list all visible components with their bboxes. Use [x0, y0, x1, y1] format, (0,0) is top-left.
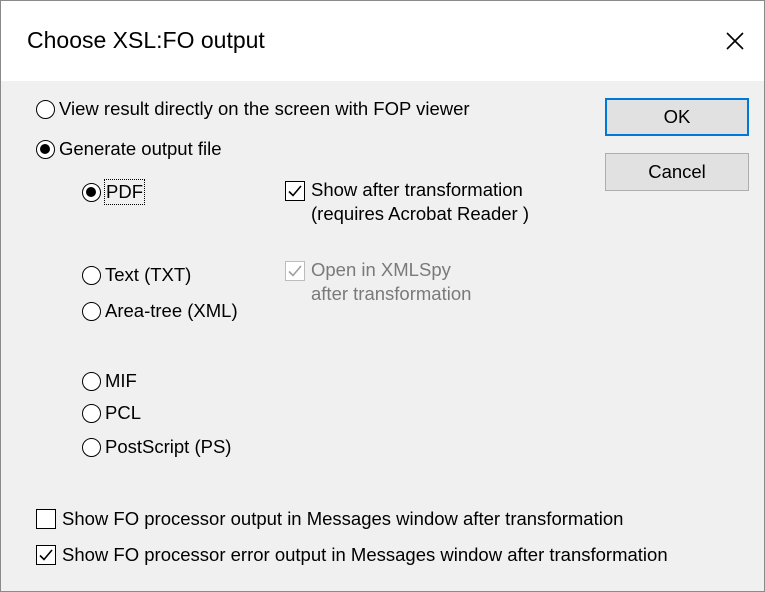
open-in-xmlspy-line2: after transformation: [311, 283, 472, 304]
dialog-title: Choose XSL:FO output: [27, 27, 265, 53]
view-on-screen-label: View result directly on the screen with …: [59, 98, 470, 119]
format-mif-label: MIF: [105, 370, 137, 391]
view-on-screen-radio[interactable]: View result directly on the screen with …: [36, 97, 470, 121]
check-icon: [288, 265, 302, 277]
open-in-xmlspy-line1: Open in XMLSpy: [311, 259, 451, 280]
format-pdf-label: PDF: [104, 179, 145, 205]
show-after-transformation-checkbox[interactable]: Show after transformation (requires Acro…: [285, 178, 529, 226]
format-pdf-radio[interactable]: PDF: [82, 179, 145, 205]
open-in-xmlspy-checkbox: Open in XMLSpy after transformation: [285, 258, 471, 306]
cancel-button[interactable]: Cancel: [605, 153, 749, 191]
checkbox-indicator: [36, 545, 56, 565]
show-processor-output-checkbox[interactable]: Show FO processor output in Messages win…: [36, 507, 623, 531]
title-bar: Choose XSL:FO output: [1, 1, 764, 81]
show-processor-errors-checkbox[interactable]: Show FO processor error output in Messag…: [36, 543, 668, 567]
open-in-xmlspy-text: Open in XMLSpy after transformation: [311, 258, 471, 306]
radio-indicator: [82, 437, 101, 457]
show-after-transformation-text: Show after transformation (requires Acro…: [311, 178, 529, 226]
show-after-transformation-line1: Show after transformation: [311, 179, 523, 200]
ok-button[interactable]: OK: [605, 98, 749, 136]
format-area-tree-label: Area-tree (XML): [105, 300, 238, 321]
radio-indicator: [82, 265, 101, 285]
format-pcl-label: PCL: [105, 402, 141, 423]
dialog-body: View result directly on the screen with …: [1, 81, 764, 591]
checkbox-indicator: [285, 261, 305, 281]
choose-xslfo-output-dialog: Choose XSL:FO output View result directl…: [0, 0, 765, 592]
checkbox-indicator: [36, 509, 56, 529]
close-icon: [726, 32, 744, 50]
radio-indicator: [82, 182, 101, 202]
show-after-transformation-line2: (requires Acrobat Reader ): [311, 203, 529, 224]
show-processor-errors-label: Show FO processor error output in Messag…: [62, 544, 668, 565]
close-button[interactable]: [706, 1, 764, 81]
radio-indicator: [36, 139, 55, 159]
format-mif-radio[interactable]: MIF: [82, 369, 137, 393]
format-pcl-radio[interactable]: PCL: [82, 401, 141, 425]
format-txt-label: Text (TXT): [105, 264, 192, 285]
generate-output-file-label: Generate output file: [59, 138, 222, 159]
check-icon: [288, 185, 302, 197]
format-area-tree-radio[interactable]: Area-tree (XML): [82, 299, 238, 323]
radio-indicator: [36, 99, 55, 119]
format-txt-radio[interactable]: Text (TXT): [82, 263, 191, 287]
checkbox-indicator: [285, 181, 305, 201]
radio-indicator: [82, 403, 101, 423]
show-processor-output-label: Show FO processor output in Messages win…: [62, 508, 624, 529]
format-ps-label: PostScript (PS): [105, 436, 232, 457]
check-icon: [39, 549, 53, 561]
format-ps-radio[interactable]: PostScript (PS): [82, 435, 231, 459]
generate-output-file-radio[interactable]: Generate output file: [36, 137, 222, 161]
radio-indicator: [82, 301, 101, 321]
radio-indicator: [82, 371, 101, 391]
